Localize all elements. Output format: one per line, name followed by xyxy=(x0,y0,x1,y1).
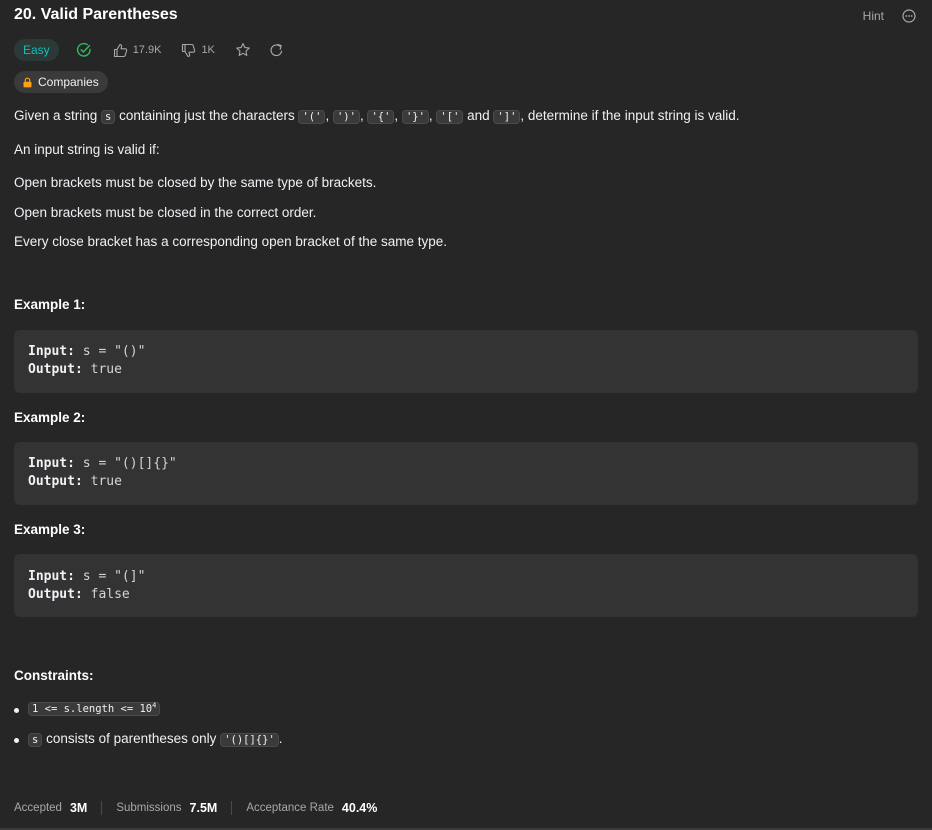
bullet xyxy=(14,708,19,713)
meta-row: Easy 17.9K 1K xyxy=(14,39,284,61)
example-output-line: Output: false xyxy=(28,587,130,602)
period: . xyxy=(278,731,283,746)
sep: , xyxy=(394,108,402,123)
example-input-line: Input: s = "()" xyxy=(28,344,145,359)
example-box: Input: s = "()" Output: true xyxy=(14,330,918,393)
input-value: s = "(]" xyxy=(82,569,146,584)
share-button[interactable] xyxy=(269,43,284,58)
desc-text: containing just the characters xyxy=(115,108,299,123)
problem-title[interactable]: 20. Valid Parentheses xyxy=(14,6,178,24)
output-label: Output: xyxy=(28,587,83,602)
companies-label: Companies xyxy=(38,75,99,89)
rule-item: Open brackets must be closed in the corr… xyxy=(14,205,317,220)
output-value: true xyxy=(90,474,122,489)
char-code: '(' xyxy=(298,110,326,124)
dislike-button[interactable]: 1K xyxy=(181,43,215,58)
input-label: Input: xyxy=(28,569,75,584)
constraints-list: 1 <= s.length <= 104 s consists of paren… xyxy=(14,700,414,760)
accepted-value: 3M xyxy=(69,801,88,815)
constraints-heading: Constraints: xyxy=(14,668,94,683)
submissions-value: 7.5M xyxy=(189,801,218,815)
example-heading: Example 2: xyxy=(14,410,86,425)
example-box: Input: s = "()[]{}" Output: true xyxy=(14,442,918,505)
acceptance-rate-value: 40.4% xyxy=(341,801,378,815)
description-paragraph: Given a string s containing just the cha… xyxy=(14,107,918,126)
validity-intro: An input string is valid if: xyxy=(14,142,160,157)
example-output-line: Output: true xyxy=(28,474,122,489)
char-code: '{' xyxy=(367,110,395,124)
input-value: s = "()[]{}" xyxy=(82,456,177,471)
char-code: '}' xyxy=(401,110,429,124)
difficulty-badge[interactable]: Easy xyxy=(14,39,59,61)
output-value: false xyxy=(90,587,130,602)
favorite-button[interactable] xyxy=(235,42,251,58)
thumbs-down-icon xyxy=(182,43,196,57)
char-code: ']' xyxy=(493,110,521,124)
desc-text: Given a string xyxy=(14,108,102,123)
check-circle-icon xyxy=(76,42,91,57)
bullet xyxy=(14,738,19,743)
input-value: s = "()" xyxy=(82,344,146,359)
output-label: Output: xyxy=(28,362,83,377)
example-input-line: Input: s = "(]" xyxy=(28,569,145,584)
accepted-label: Accepted xyxy=(14,802,62,814)
lock-icon xyxy=(23,77,32,87)
constraint-text: consists of parentheses only xyxy=(42,731,221,746)
acceptance-rate-label: Acceptance Rate xyxy=(246,802,334,814)
desc-text: , determine if the input string is valid… xyxy=(520,108,740,123)
constraint-code: 1 <= s.length <= 104 xyxy=(28,701,161,716)
char-code: '[' xyxy=(436,110,464,124)
like-count: 17.9K xyxy=(132,44,162,56)
exponent: 4 xyxy=(152,701,157,710)
problem-description-panel: 20. Valid Parentheses Hint Easy 17.9K 1K… xyxy=(0,0,932,830)
hint-link[interactable]: Hint xyxy=(863,9,884,23)
share-icon xyxy=(270,43,283,56)
example-box: Input: s = "(]" Output: false xyxy=(14,554,918,617)
divider xyxy=(101,801,103,815)
rule-item: Open brackets must be closed by the same… xyxy=(14,175,377,190)
star-icon xyxy=(236,43,250,56)
companies-chip[interactable]: Companies xyxy=(14,71,108,93)
stats-row: Accepted 3M Submissions 7.5M Acceptance … xyxy=(14,799,377,817)
example-input-line: Input: s = "()[]{}" xyxy=(28,456,177,471)
var-s: s xyxy=(101,110,116,124)
example-heading: Example 1: xyxy=(14,297,86,312)
input-label: Input: xyxy=(28,456,75,471)
output-value: true xyxy=(90,362,122,377)
like-button[interactable]: 17.9K xyxy=(113,43,162,58)
constraint-item: 1 <= s.length <= 104 xyxy=(28,700,161,716)
input-label: Input: xyxy=(28,344,75,359)
solved-indicator xyxy=(76,42,92,58)
example-output-line: Output: true xyxy=(28,362,122,377)
ellipsis-circle-icon[interactable] xyxy=(902,9,916,23)
title-row: 20. Valid Parentheses Hint xyxy=(14,6,918,28)
submissions-label: Submissions xyxy=(116,802,182,814)
thumbs-up-icon xyxy=(113,43,127,57)
char-code: ')' xyxy=(332,110,360,124)
sep: , xyxy=(325,108,333,123)
and-text: and xyxy=(463,108,494,123)
constraint-code: '()[]{}' xyxy=(220,733,279,747)
rule-item: Every close bracket has a corresponding … xyxy=(14,234,447,249)
constraint-code-text: 1 <= s.length <= 10 xyxy=(32,703,153,715)
divider xyxy=(231,801,233,815)
constraint-item: s consists of parentheses only '()[]{}'. xyxy=(28,731,283,747)
dislike-count: 1K xyxy=(201,44,215,56)
var-s: s xyxy=(28,733,43,747)
example-heading: Example 3: xyxy=(14,522,86,537)
output-label: Output: xyxy=(28,474,83,489)
